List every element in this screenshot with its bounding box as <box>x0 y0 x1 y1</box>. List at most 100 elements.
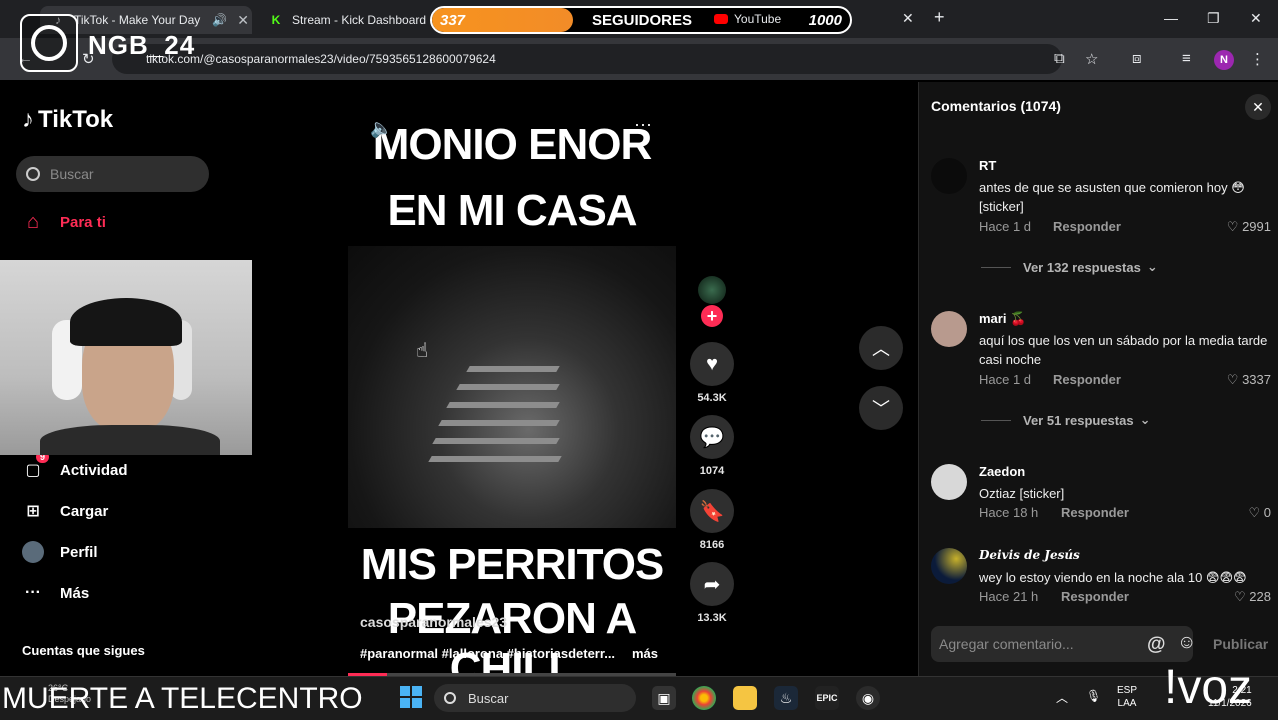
taskbar-search[interactable]: Buscar <box>434 684 636 712</box>
tab-kick[interactable]: K Stream - Kick Dashboard <box>262 6 430 34</box>
maximize-button[interactable]: ❐ <box>1207 10 1220 27</box>
more-icon: ··· <box>25 584 41 601</box>
tab-youtube[interactable]: YouTube <box>714 12 781 26</box>
video-more-link[interactable]: más <box>632 646 658 661</box>
creator-avatar[interactable] <box>698 276 726 304</box>
windows-start-icon[interactable] <box>400 686 422 708</box>
comment-user[interactable]: mari 🍒 <box>979 311 1026 327</box>
close-tab-icon[interactable]: ✕ <box>237 12 249 29</box>
reply-button[interactable]: Responder <box>1053 219 1121 234</box>
save-action[interactable]: 🔖 8166 <box>690 489 734 551</box>
reply-button[interactable]: Responder <box>1061 589 1129 604</box>
tiktok-logo[interactable]: ♪ TikTok <box>22 106 113 134</box>
nav-actividad[interactable]: ▢ 9 Actividad <box>22 451 128 481</box>
tray-chevron-up-icon[interactable]: ︿ <box>1056 689 1068 706</box>
close-comments-button[interactable]: ✕ <box>1245 94 1271 120</box>
avatar[interactable] <box>931 548 967 584</box>
comment-item: Deivis de Jesús wey lo estoy viendo en l… <box>931 548 1271 604</box>
comment-likes[interactable]: ♡ 228 <box>1234 589 1271 605</box>
reply-button[interactable]: Responder <box>1053 372 1121 387</box>
divider <box>981 419 1011 421</box>
like-action[interactable]: ♥ 54.3K <box>690 342 734 404</box>
comment-likes[interactable]: ♡ 0 <box>1248 505 1271 521</box>
install-app-icon[interactable]: ⧉ <box>1054 50 1065 67</box>
extensions-icon[interactable]: ⧈ <box>1132 50 1142 67</box>
file-explorer-icon[interactable] <box>733 686 757 710</box>
profile-avatar[interactable]: N <box>1214 50 1234 70</box>
video-player[interactable]: MONIO ENOR EN MI CASA MIS PERRITOS PEZAR… <box>348 82 676 676</box>
nav-label: Actividad <box>60 461 128 479</box>
publish-button[interactable]: Publicar <box>1213 636 1268 652</box>
volume-icon[interactable]: 🔈 <box>370 118 392 139</box>
like-count: 228 <box>1249 589 1271 604</box>
url-text[interactable]: tiktok.com/@casosparanormales23/video/75… <box>146 52 496 66</box>
previous-video-button[interactable]: ︿ <box>859 326 903 370</box>
share-icon[interactable]: ➦ <box>690 562 734 606</box>
view-replies-link[interactable]: Ver 132 respuestas ⌄ <box>981 259 1158 275</box>
avatar[interactable] <box>931 158 967 194</box>
comment-user[interactable]: Zaedon <box>979 464 1025 479</box>
like-count: 3337 <box>1242 372 1271 387</box>
search-input[interactable]: Buscar <box>16 156 209 192</box>
avatar[interactable] <box>931 464 967 500</box>
avatar[interactable] <box>931 311 967 347</box>
nav-para-ti[interactable]: ⌂ Para ti <box>22 211 106 233</box>
steam-icon[interactable]: ♨ <box>774 686 798 710</box>
replies-label: Ver 51 respuestas <box>1023 412 1134 428</box>
video-author[interactable]: casosparanormales23 <box>360 614 507 630</box>
minimize-button[interactable]: — <box>1164 10 1178 26</box>
speaker-icon[interactable]: 🔊 <box>212 13 227 27</box>
video-frame <box>348 246 676 528</box>
comment-likes[interactable]: ♡ 2991 <box>1227 219 1271 235</box>
nav-label: Cargar <box>60 502 109 520</box>
close-window-button[interactable]: ✕ <box>1250 10 1262 27</box>
comment-time: Hace 1 d <box>979 372 1032 387</box>
mention-button[interactable]: @ <box>1147 634 1166 656</box>
heart-outline-icon: ♡ <box>1226 219 1243 234</box>
bookmark-icon[interactable]: 🔖 <box>690 489 734 533</box>
new-tab-button[interactable]: + <box>934 7 945 28</box>
reply-button[interactable]: Responder <box>1061 505 1129 520</box>
epic-games-icon[interactable]: EPIC <box>815 686 839 710</box>
follower-label: SEGUIDORES <box>592 12 693 29</box>
view-replies-link[interactable]: Ver 51 respuestas ⌄ <box>981 412 1150 428</box>
comment-text: antes de que se asusten que comieron hoy… <box>979 180 1245 214</box>
video-options-icon[interactable]: ··· <box>634 114 652 135</box>
chevron-down-icon: ⌄ <box>1146 259 1158 274</box>
chevron-down-icon: ﹀ <box>872 399 890 419</box>
nav-mas[interactable]: ··· Más <box>22 582 89 604</box>
microphone-icon[interactable]: 🎙 <box>1086 689 1101 703</box>
chevron-down-icon: ⌄ <box>1139 412 1151 427</box>
nav-perfil[interactable]: Perfil <box>22 541 98 563</box>
task-view-icon[interactable]: ▣ <box>652 686 676 710</box>
tab-kick-label: Stream - Kick Dashboard <box>292 13 427 27</box>
lang-secondary: LAA <box>1117 698 1137 709</box>
comment-user[interactable]: RT <box>979 158 996 173</box>
comment-icon[interactable]: 💬 <box>690 415 734 459</box>
streamer-cap <box>70 298 182 346</box>
heart-outline-icon: ♡ <box>1226 372 1243 387</box>
nav-cargar[interactable]: ⊞ Cargar <box>22 500 108 522</box>
language-indicator[interactable]: ESP LAA <box>1117 684 1137 710</box>
like-count: 54.3K <box>697 392 727 404</box>
comment-text: wey lo estoy viendo en la noche ala 10 😨… <box>979 570 1247 585</box>
heart-icon[interactable]: ♥ <box>690 342 734 386</box>
emoji-icon[interactable]: ☺ <box>1177 632 1196 654</box>
video-caption-top-2: EN MI CASA <box>387 186 637 235</box>
camera-logo-icon <box>31 25 67 61</box>
follower-goal: 1000 <box>808 12 842 29</box>
comment-user[interactable]: Deivis de Jesús <box>979 548 1080 562</box>
next-video-button[interactable]: ﹀ <box>859 386 903 430</box>
menu-kebab-icon[interactable]: ⋮ <box>1250 50 1265 68</box>
comment-likes[interactable]: ♡ 3337 <box>1227 372 1271 388</box>
chrome-icon[interactable] <box>692 686 716 710</box>
close-tab-icon[interactable]: ✕ <box>902 10 914 27</box>
comment-action[interactable]: 💬 1074 <box>690 415 734 477</box>
obs-icon[interactable]: ◉ <box>856 686 880 710</box>
share-action[interactable]: ➦ 13.3K <box>690 562 734 624</box>
follow-plus-button[interactable]: + <box>701 305 723 327</box>
bookmark-star-icon[interactable]: ☆ <box>1085 50 1098 68</box>
lang-primary: ESP <box>1117 685 1138 696</box>
media-control-icon[interactable]: ≡ <box>1182 50 1191 67</box>
nav-label: Para ti <box>60 213 106 231</box>
